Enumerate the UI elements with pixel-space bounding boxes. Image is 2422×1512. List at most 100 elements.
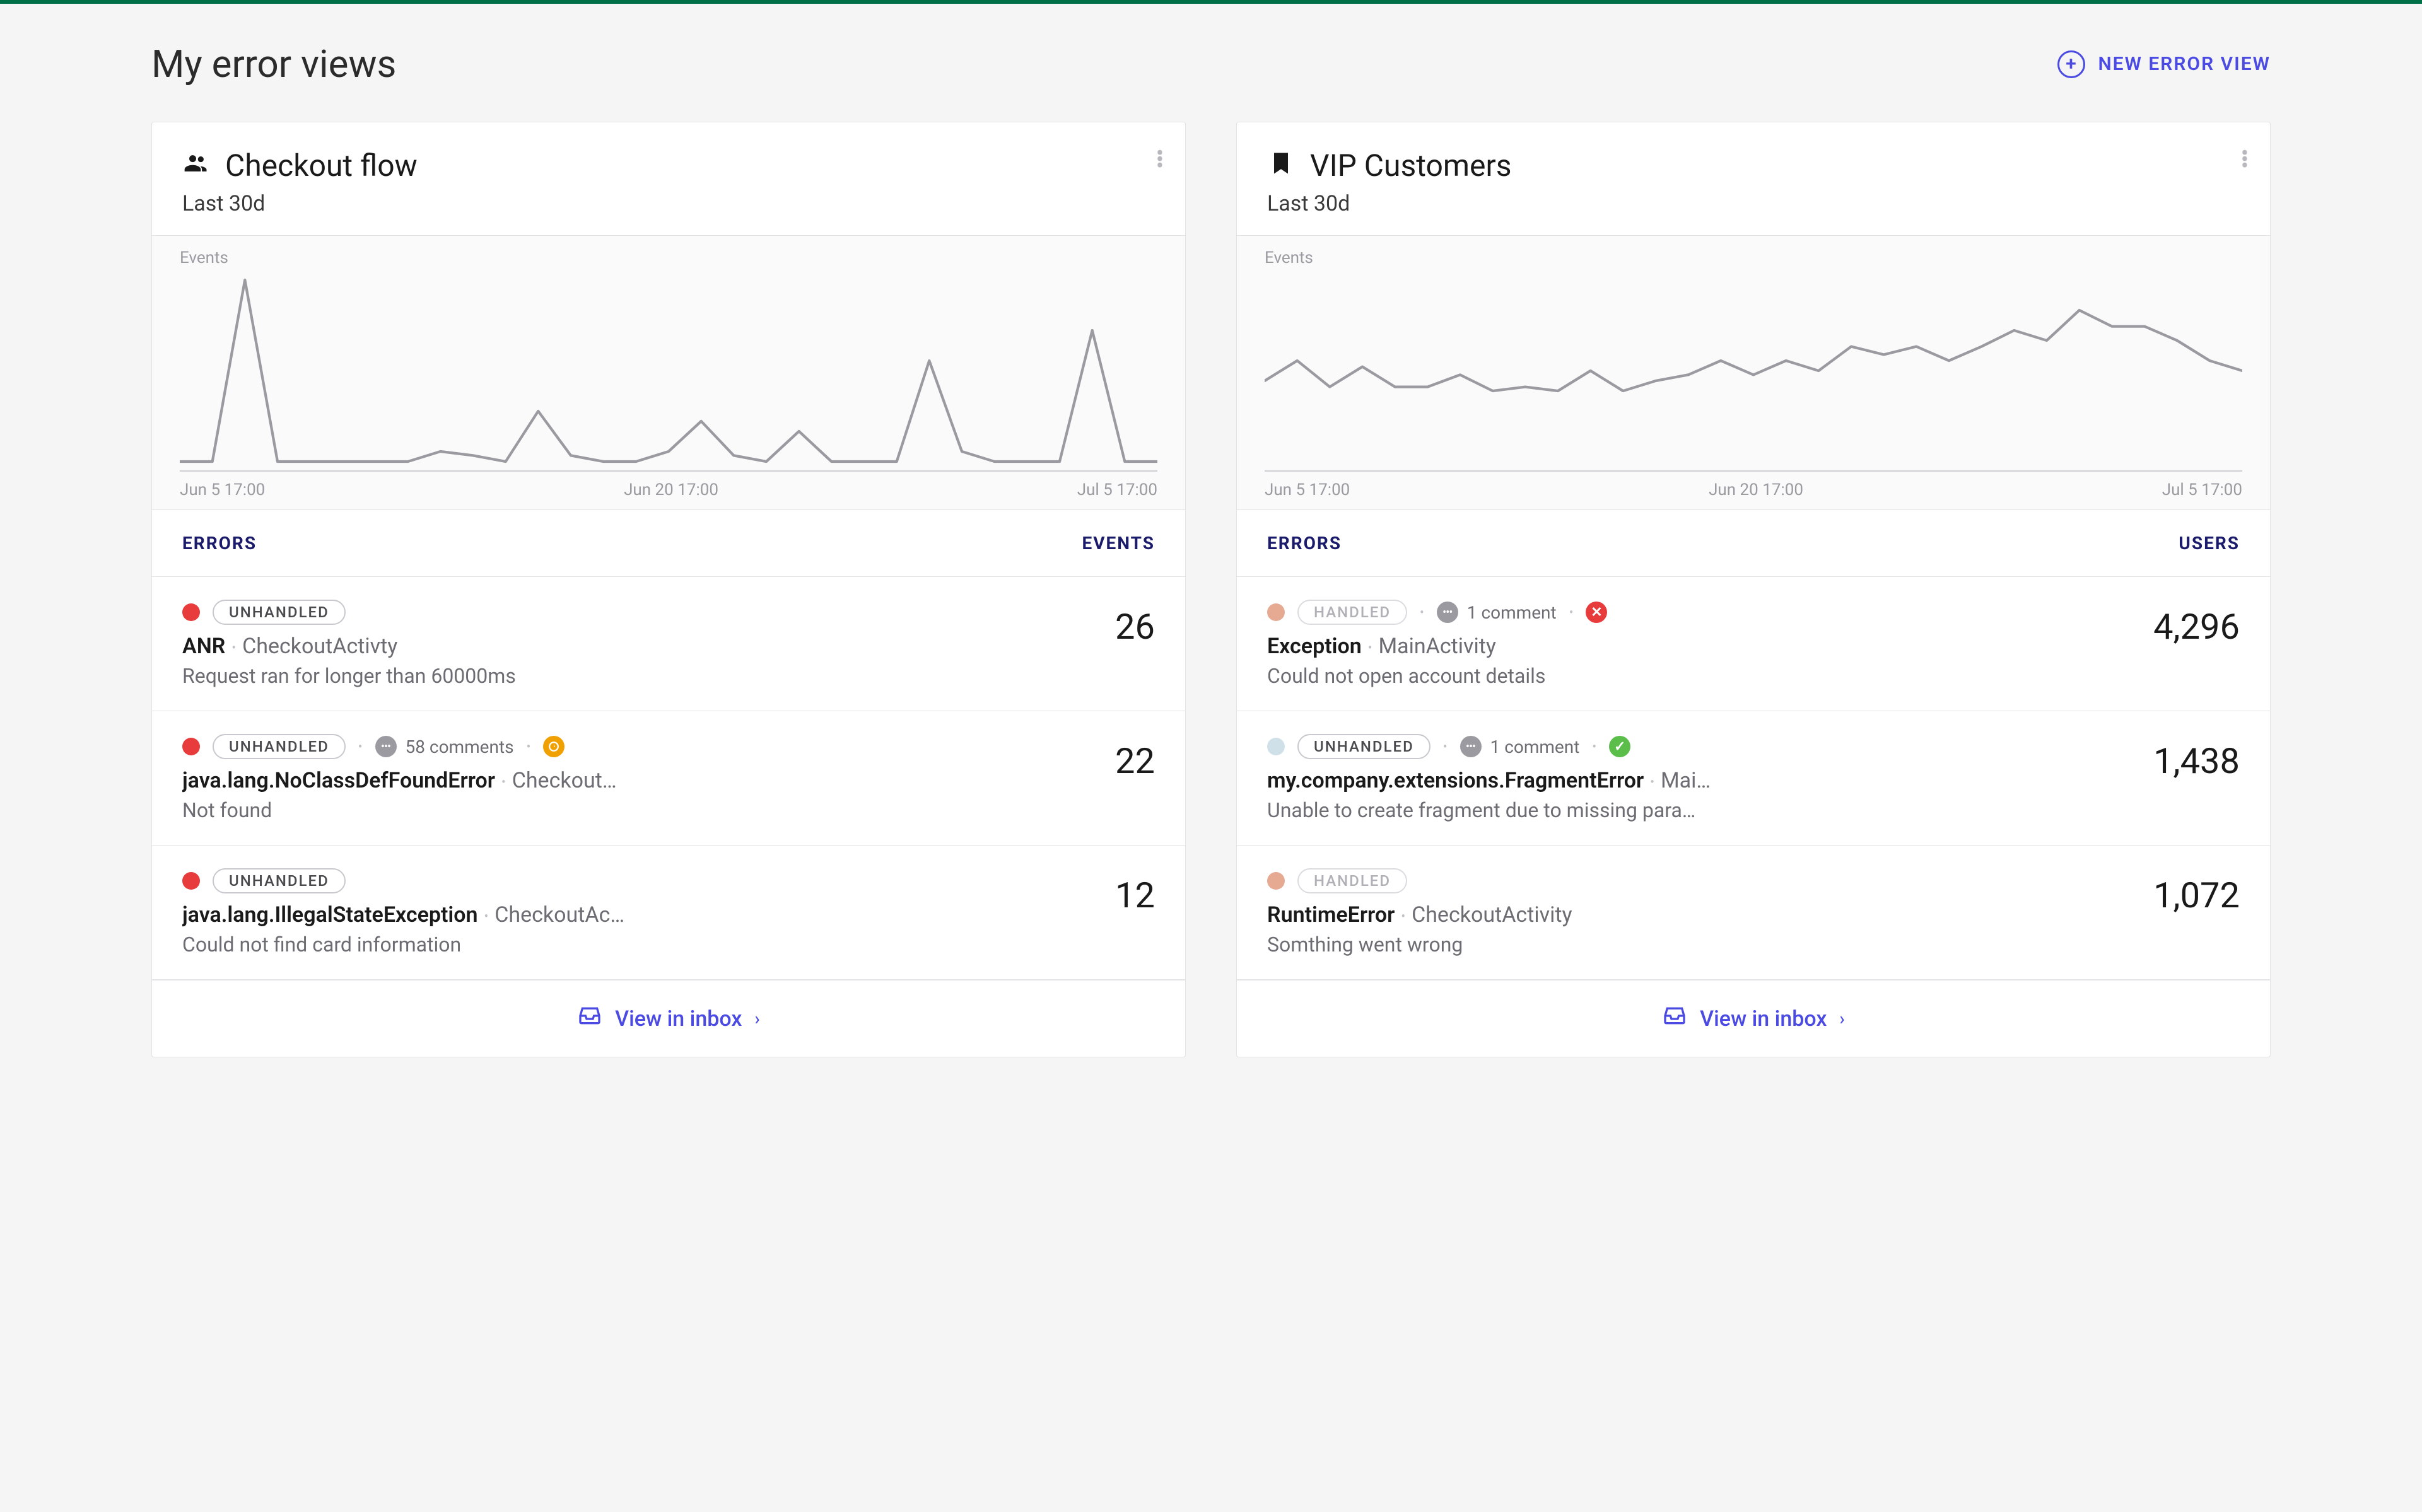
- card-header: Checkout flow Last 30d •••: [152, 122, 1185, 235]
- comment-icon: •••: [375, 736, 397, 757]
- separator-dot: •: [1443, 739, 1448, 754]
- severity-dot: [1267, 738, 1285, 755]
- view-in-inbox-label: View in inbox: [1700, 1006, 1827, 1032]
- separator-dot: •: [1420, 605, 1424, 620]
- chart-xtick: Jun 5 17:00: [180, 480, 265, 499]
- error-meta: UNHANDLED • •••1 comment • ✓: [1267, 734, 2088, 759]
- error-row-body: UNHANDLED ANR•CheckoutActivty Request ran …: [182, 600, 1003, 688]
- error-row[interactable]: UNHANDLED • •••1 comment • ✓ my.company.exten…: [1237, 711, 2270, 846]
- fixed-icon: ✓: [1609, 736, 1630, 757]
- chevron-right-icon: ›: [1839, 1008, 1844, 1029]
- chart-xtick: Jun 5 17:00: [1265, 480, 1350, 499]
- table-header: ERRORS EVENTS: [152, 510, 1185, 577]
- error-value: 12: [1029, 868, 1155, 916]
- severity-dot: [182, 872, 200, 890]
- card-menu-button[interactable]: •••: [2241, 150, 2247, 169]
- chart-ylabel: Events: [1265, 248, 2242, 267]
- chart-xtick: Jun 20 17:00: [624, 480, 718, 499]
- chart-xtick: Jul 5 17:00: [2162, 480, 2242, 499]
- error-title: ANR•CheckoutActivty: [182, 634, 1003, 659]
- error-row-body: HANDLED••••1 comment•✕Exception•MainActi…: [1267, 600, 2088, 688]
- error-value: 1,072: [2114, 868, 2240, 916]
- error-value: 4,296: [2114, 600, 2240, 648]
- snoozed-icon: [543, 736, 565, 757]
- comments-badge[interactable]: •••1 comment: [1437, 602, 1557, 623]
- error-view-card: Checkout flow Last 30d ••• Events Jun 5 17:0…: [151, 122, 1186, 1057]
- handled-pill: HANDLED: [1297, 868, 1407, 893]
- view-in-inbox-link[interactable]: View in inbox›: [577, 1003, 760, 1034]
- error-description: Unable to create fragment due to missing…: [1267, 798, 2088, 822]
- chart-xtick: Jun 20 17:00: [1709, 480, 1803, 499]
- error-meta: UNHANDLED: [182, 868, 1003, 893]
- cards-grid: Checkout flowLast 30d•••EventsJun 5 17:0…: [151, 122, 2271, 1057]
- error-row-body: HANDLED RuntimeError•CheckoutActivity Somt…: [1267, 868, 2088, 957]
- plus-circle-icon: +: [2057, 50, 2085, 78]
- card-footer: View in inbox›: [152, 980, 1185, 1057]
- comment-icon: •••: [1460, 736, 1482, 757]
- card-footer: View in inbox ›: [1237, 980, 2270, 1057]
- card-header: VIP CustomersLast 30d•••: [1237, 122, 2270, 235]
- card-title: VIP Customers: [1310, 148, 1511, 183]
- error-meta: HANDLED • •••1 comment • ✕: [1267, 600, 2088, 625]
- view-in-inbox-label: View in inbox: [615, 1006, 742, 1032]
- error-status-icon: ✕: [1586, 602, 1607, 623]
- separator-dot: •: [358, 739, 363, 754]
- error-description: Request ran for longer than 60000ms: [182, 664, 1003, 688]
- chart-xticks: Jun 5 17:00Jun 20 17:00Jul 5 17:00: [180, 480, 1157, 499]
- handled-pill: HANDLED: [1297, 600, 1407, 625]
- error-description: Not found: [182, 798, 1003, 822]
- sparkline-chart: [180, 270, 1157, 472]
- error-row-body: UNHANDLED••••58 comments•java.lang.NoCla…: [182, 734, 1003, 822]
- new-error-view-button[interactable]: + NEW ERROR VIEW: [2057, 50, 2271, 78]
- error-row-body: UNHANDLED • •••1 comment • ✓ my.company.exten…: [1267, 734, 2088, 822]
- error-meta: UNHANDLED: [182, 600, 1003, 625]
- team-icon: [182, 149, 210, 182]
- handled-pill: UNHANDLED: [213, 734, 346, 759]
- chart-area: EventsJun 5 17:00Jun 20 17:00Jul 5 17:00: [152, 235, 1185, 510]
- error-meta: HANDLED: [1267, 868, 2088, 893]
- error-row[interactable]: HANDLED RuntimeError•CheckoutActivity Somt…: [1237, 846, 2270, 980]
- error-row[interactable]: UNHANDLED ANR•CheckoutActivty Request ran …: [152, 577, 1185, 711]
- error-row-body: UNHANDLEDjava.lang.IllegalStateException…: [182, 868, 1003, 957]
- handled-pill: UNHANDLED: [1297, 734, 1430, 759]
- error-row[interactable]: HANDLED••••1 comment•✕Exception•MainActi…: [1237, 577, 2270, 711]
- severity-dot: [1267, 872, 1285, 890]
- comments-badge[interactable]: •••1 comment: [1460, 736, 1580, 757]
- error-description: Somthing went wrong: [1267, 933, 2088, 957]
- chart-xticks: Jun 5 17:00 Jun 20 17:00 Jul 5 17:00: [1265, 480, 2242, 499]
- error-value: 1,438: [2114, 734, 2240, 782]
- card-menu-button[interactable]: •••: [1156, 150, 1162, 169]
- error-description: Could not find card information: [182, 933, 1003, 957]
- error-title: java.lang.NoClassDefFoundError•Checkout…: [182, 768, 1003, 793]
- error-value: 26: [1029, 600, 1155, 648]
- col-value: USERS: [2179, 533, 2240, 554]
- chart-area: Events Jun 5 17:00 Jun 20 17:00 Jul 5 17:00: [1237, 235, 2270, 510]
- error-value: 22: [1029, 734, 1155, 782]
- severity-dot: [1267, 603, 1285, 621]
- separator-dot: •: [1592, 739, 1596, 754]
- error-row[interactable]: UNHANDLEDjava.lang.IllegalStateException…: [152, 846, 1185, 980]
- table-header: ERRORS USERS: [1237, 510, 2270, 577]
- col-errors: ERRORS: [1267, 533, 1342, 554]
- error-title: my.company.extensions.FragmentError•Mai…: [1267, 768, 2088, 793]
- sparkline-chart: [1265, 270, 2242, 472]
- comment-icon: •••: [1437, 602, 1458, 623]
- new-error-view-label: NEW ERROR VIEW: [2098, 53, 2271, 75]
- error-row[interactable]: UNHANDLED••••58 comments•java.lang.NoCla…: [152, 711, 1185, 846]
- card-subtitle: Last 30d: [182, 191, 1155, 216]
- inbox-icon: [577, 1003, 602, 1034]
- error-title: RuntimeError•CheckoutActivity: [1267, 902, 2088, 928]
- col-value: EVENTS: [1082, 533, 1155, 554]
- comments-badge[interactable]: •••58 comments: [375, 736, 514, 757]
- handled-pill: UNHANDLED: [213, 868, 346, 893]
- separator-dot: •: [1569, 605, 1574, 620]
- error-meta: UNHANDLED••••58 comments•: [182, 734, 1003, 759]
- handled-pill: UNHANDLED: [213, 600, 346, 625]
- page-title: My error views: [151, 42, 397, 86]
- chart-ylabel: Events: [180, 248, 1157, 267]
- bookmark-icon: [1267, 149, 1295, 182]
- page-header: My error views + NEW ERROR VIEW: [151, 42, 2271, 86]
- view-in-inbox-link[interactable]: View in inbox ›: [1662, 1003, 1845, 1034]
- card-title: Checkout flow: [225, 148, 418, 183]
- col-errors: ERRORS: [182, 533, 257, 554]
